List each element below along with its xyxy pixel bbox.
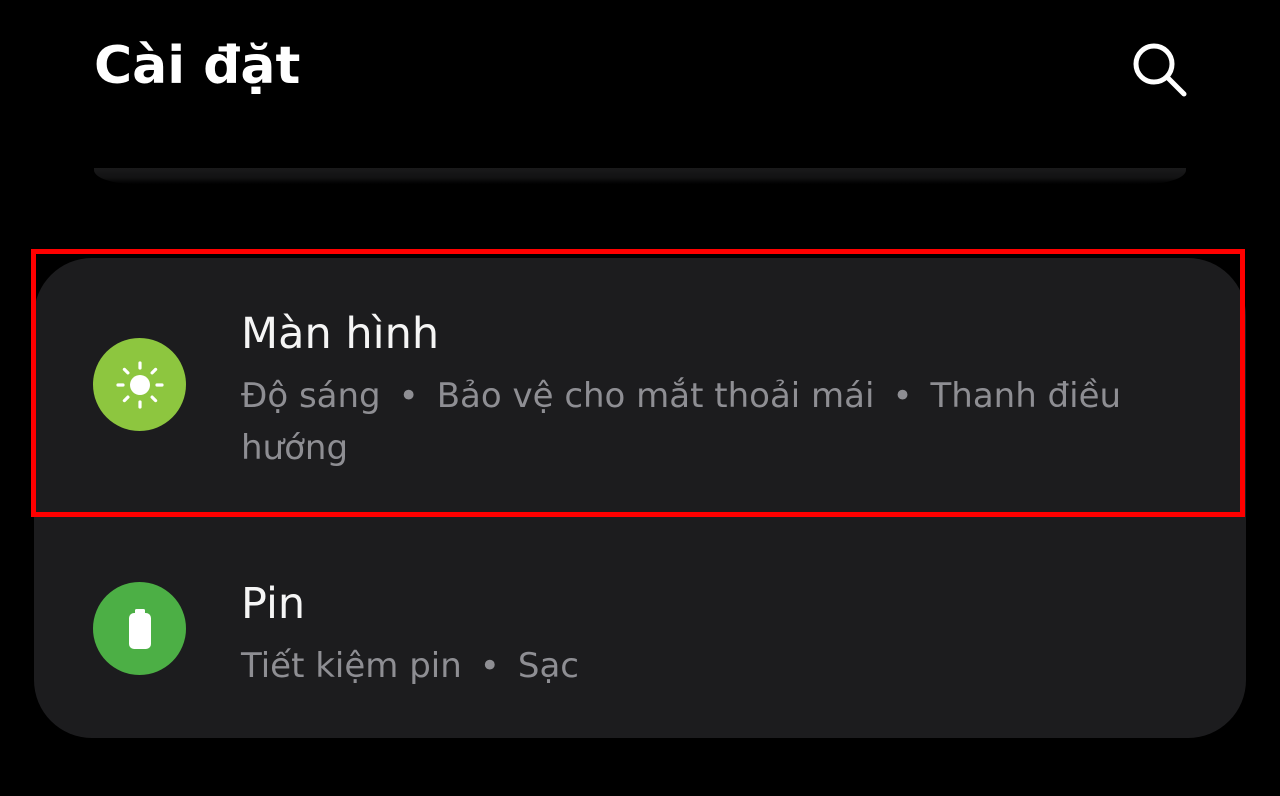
subtitle-battery-saver: Tiết kiệm pin bbox=[241, 646, 462, 686]
page-title: Cài đặt bbox=[94, 36, 301, 96]
subtitle-eye-comfort: Bảo vệ cho mắt thoải mái bbox=[436, 376, 875, 416]
display-title: Màn hình bbox=[241, 309, 440, 359]
battery-subtitle: Tiết kiệm pin • Sạc bbox=[241, 640, 1201, 692]
display-subtitle: Độ sáng • Bảo vệ cho mắt thoải mái • Thanh đ… bbox=[241, 370, 1201, 474]
settings-card: Màn hình Độ sáng • Bảo vệ cho mắt thoải má… bbox=[34, 258, 1246, 738]
separator-dot: • bbox=[892, 376, 913, 416]
settings-screen: Cài đặt Màn hình Độ sáng • Bảo vệ cho mắ… bbox=[0, 0, 1280, 796]
separator-dot: • bbox=[479, 646, 500, 686]
battery-icon bbox=[93, 582, 186, 675]
separator-dot: • bbox=[398, 376, 419, 416]
header: Cài đặt bbox=[0, 0, 1280, 140]
settings-item-display[interactable]: Màn hình Độ sáng • Bảo vệ cho mắt thoải má… bbox=[34, 258, 1246, 520]
brightness-sun-icon bbox=[93, 338, 186, 431]
search-icon bbox=[1133, 43, 1187, 97]
settings-item-battery[interactable]: Pin Tiết kiệm pin • Sạc bbox=[34, 520, 1246, 738]
search-button[interactable] bbox=[1122, 32, 1198, 108]
battery-title: Pin bbox=[241, 579, 306, 629]
subtitle-brightness: Độ sáng bbox=[241, 376, 381, 416]
subtitle-charging: Sạc bbox=[517, 646, 579, 686]
previous-card-edge bbox=[94, 168, 1186, 184]
